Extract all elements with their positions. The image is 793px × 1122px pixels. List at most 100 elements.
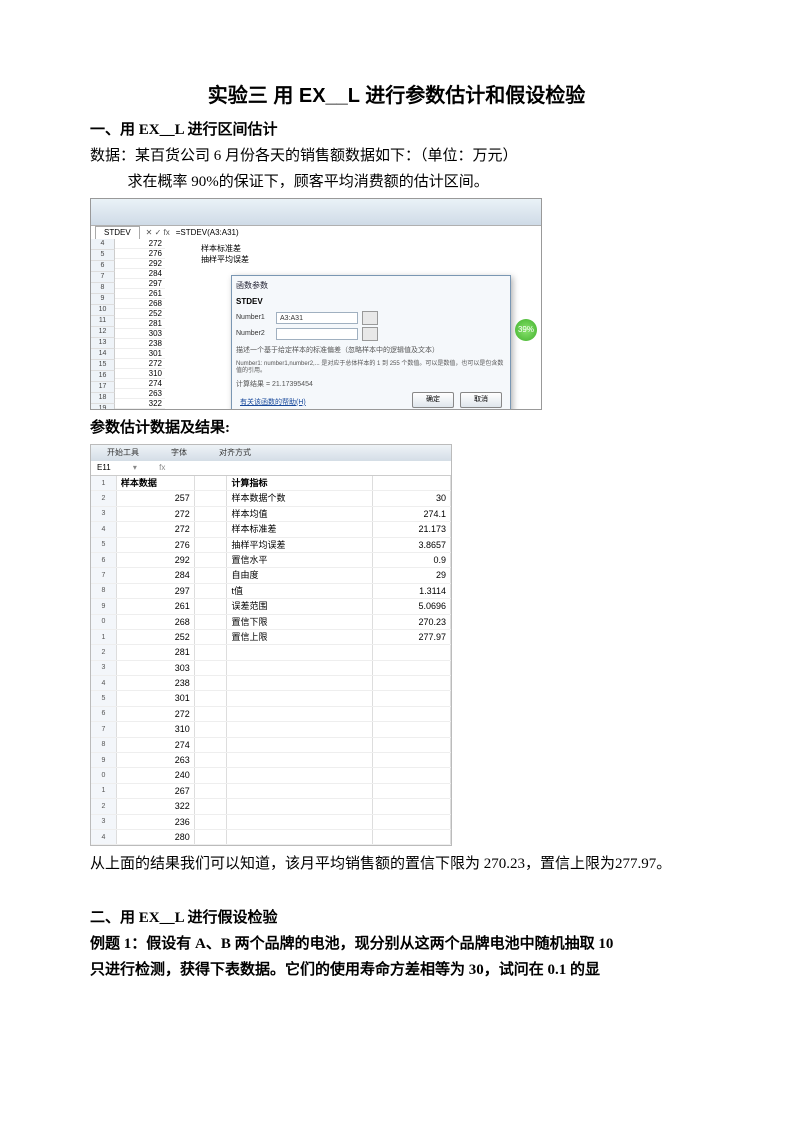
row-header: 9 <box>91 753 116 768</box>
row-header: 12 <box>91 327 115 338</box>
row-header: 15 <box>91 360 115 371</box>
mid-heading: 参数估计数据及结果: <box>90 416 703 440</box>
cell-a: 292 <box>116 552 194 567</box>
table-row: 5301 <box>91 691 451 706</box>
cell-a: 272 <box>116 706 194 721</box>
row-header: 9 <box>91 294 115 305</box>
cell-c <box>227 783 373 798</box>
row-header: 0 <box>91 614 116 629</box>
cell-a: 322 <box>116 799 194 814</box>
row-header: 5 <box>91 691 116 706</box>
cell-colA: 281 <box>115 319 165 329</box>
ribbon-tab-1: 开始工具 <box>91 445 155 461</box>
ribbon-tab-3: 对齐方式 <box>203 445 267 461</box>
cell-colA: 252 <box>115 309 165 319</box>
cell-d <box>373 799 451 814</box>
table-row: 9263 <box>91 753 451 768</box>
cell-d <box>373 645 451 660</box>
screenshot-excel-results: 开始工具 字体 对齐方式 E11 ▾ fx 1样本数据计算指标2257样本数据个… <box>90 444 452 846</box>
column-a-values: 2722762922842972612682522813032383012723… <box>115 239 165 410</box>
cell-a: 281 <box>116 645 194 660</box>
table-row: 3236 <box>91 814 451 829</box>
cell-c: 样本数据个数 <box>227 491 373 506</box>
row-header: 3 <box>91 506 116 521</box>
table-row: 4280 <box>91 829 451 844</box>
range-select-icon[interactable] <box>362 327 378 341</box>
example1-label: 例题 1： <box>90 936 146 952</box>
cell-d <box>373 722 451 737</box>
dialog-cancel-button[interactable]: 取消 <box>460 392 502 408</box>
cell-colA: 292 <box>115 259 165 269</box>
table-row: 2257样本数据个数30 <box>91 491 451 506</box>
cell-c <box>227 706 373 721</box>
row-header: 7 <box>91 568 116 583</box>
table-row: 2322 <box>91 799 451 814</box>
dialog-ok-button[interactable]: 确定 <box>412 392 454 408</box>
cell-a: 240 <box>116 768 194 783</box>
excel-ribbon <box>91 199 541 226</box>
table-row: 0268置信下限270.23 <box>91 614 451 629</box>
table-row: 6292置信水平0.9 <box>91 552 451 567</box>
section1-desc2: 求在概率 90%的保证下，顾客平均消费额的估计区间。 <box>90 170 703 194</box>
cell-colA: 276 <box>115 249 165 259</box>
cell-a: 261 <box>116 599 194 614</box>
cell-colA: 274 <box>115 379 165 389</box>
cell-d: 270.23 <box>373 614 451 629</box>
results-table: 1样本数据计算指标2257样本数据个数303272样本均值274.14272样本… <box>91 476 451 845</box>
row-header: 8 <box>91 583 116 598</box>
dialog-desc2: Number1: number1,number2,... 是对应于总体样本的 1… <box>236 361 506 375</box>
row-header: 10 <box>91 305 115 316</box>
cell-colA: 261 <box>115 289 165 299</box>
row-header: 2 <box>91 799 116 814</box>
dialog-function-name: STDEV <box>236 296 506 309</box>
cell-a: 263 <box>116 753 194 768</box>
cell-a: 301 <box>116 691 194 706</box>
table-row: 1267 <box>91 783 451 798</box>
cell-a: 267 <box>116 783 194 798</box>
section1-desc1: 数据：某百货公司 6 月份各天的销售额数据如下：（单位：万元） <box>90 144 703 168</box>
cell-c: 误差范围 <box>227 599 373 614</box>
dialog-num1-input[interactable]: A3:A31 <box>276 312 358 324</box>
cell-d: 21.173 <box>373 522 451 537</box>
cell-colA: 236 <box>115 409 165 410</box>
row-header: 1 <box>91 629 116 644</box>
cell-d <box>373 829 451 844</box>
header-calc-index: 计算指标 <box>227 476 373 491</box>
dialog-num2-label: Number2 <box>236 328 272 339</box>
table-row: 5276抽样平均误差3.8657 <box>91 537 451 552</box>
cell-d: 30 <box>373 491 451 506</box>
row-header: 1 <box>91 783 116 798</box>
cell-d <box>373 706 451 721</box>
cell-colA: 310 <box>115 369 165 379</box>
cell-a: 284 <box>116 568 194 583</box>
cell-d <box>373 753 451 768</box>
cell-a: 276 <box>116 537 194 552</box>
row-header: 5 <box>91 537 116 552</box>
table-row: 9261误差范围5.0696 <box>91 599 451 614</box>
table-row: 8297t值1.3114 <box>91 583 451 598</box>
cell-c: 抽样平均误差 <box>227 537 373 552</box>
row-header: 14 <box>91 349 115 360</box>
cell-d <box>373 783 451 798</box>
cell-d <box>373 814 451 829</box>
dialog-help-link[interactable]: 有关该函数的帮助(H) <box>240 397 306 408</box>
range-select-icon[interactable] <box>362 311 378 325</box>
cell-c <box>227 768 373 783</box>
cell-c <box>227 753 373 768</box>
row-header: 3 <box>91 660 116 675</box>
label-stdev: 样本标准差 <box>201 243 249 254</box>
row-header: 13 <box>91 338 115 349</box>
cell-c: 自由度 <box>227 568 373 583</box>
cell-colA: 263 <box>115 389 165 399</box>
cell-c: t值 <box>227 583 373 598</box>
example1-line: 例题 1：假设有 A、B 两个品牌的电池，现分别从这两个品牌电池中随机抽取 10 <box>90 932 703 956</box>
row-header: 6 <box>91 261 115 272</box>
row-header: 19 <box>91 404 115 410</box>
row-header: 11 <box>91 316 115 327</box>
cell-c: 样本均值 <box>227 506 373 521</box>
table-row: 0240 <box>91 768 451 783</box>
cell-d: 5.0696 <box>373 599 451 614</box>
dialog-num2-input[interactable] <box>276 328 358 340</box>
header-sample-data: 样本数据 <box>116 476 194 491</box>
row-header: 4 <box>91 239 115 250</box>
